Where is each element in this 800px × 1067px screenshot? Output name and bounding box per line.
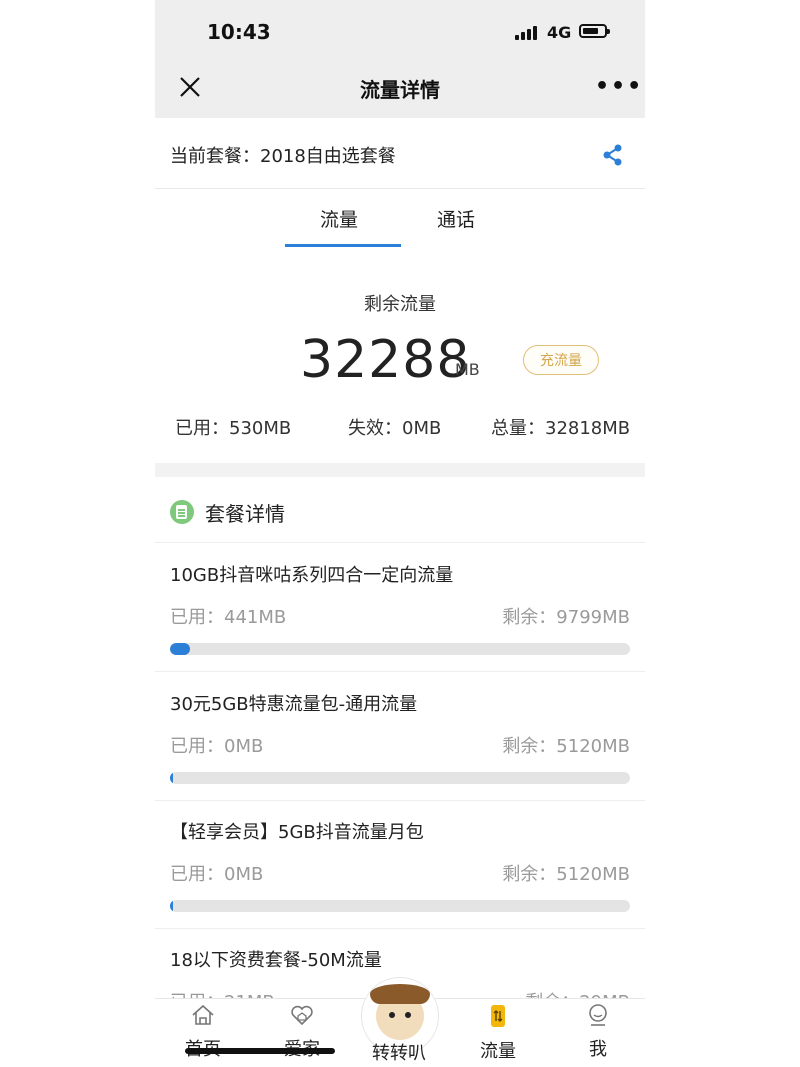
home-indicator[interactable] bbox=[185, 1048, 335, 1054]
status-time: 10:43 bbox=[207, 20, 271, 44]
stat-invalid: 失效：0MB bbox=[348, 418, 442, 439]
mascot-hat bbox=[370, 984, 430, 1004]
usage-stats: 已用：530MB 失效：0MB 总量：32818MB bbox=[155, 414, 645, 440]
more-icon[interactable]: ••• bbox=[595, 76, 643, 98]
page-title: 流量详情 bbox=[360, 78, 440, 102]
battery-icon bbox=[579, 24, 610, 38]
nav-zhuan-label[interactable]: 转转叭 bbox=[361, 1039, 437, 1065]
package-progress-bar bbox=[170, 900, 630, 912]
package-item[interactable]: 30元5GB特惠流量包-通用流量 已用：0MB 剩余：5120MB bbox=[155, 672, 645, 801]
nav-me-label: 我 bbox=[589, 1039, 607, 1060]
tab-bar: 流量 通话 bbox=[155, 189, 645, 251]
package-remaining: 剩余：5120MB bbox=[502, 736, 630, 757]
package-used: 已用：0MB bbox=[170, 864, 264, 885]
share-icon[interactable] bbox=[601, 143, 625, 167]
current-plan-text: 当前套餐：2018自由选套餐 bbox=[170, 146, 396, 167]
packages-title: 套餐详情 bbox=[205, 502, 285, 526]
document-icon bbox=[170, 500, 194, 524]
section-divider bbox=[155, 463, 645, 477]
status-bar: 10:43 4G bbox=[155, 0, 645, 62]
mascot-eyes bbox=[389, 1012, 411, 1018]
package-name: 30元5GB特惠流量包-通用流量 bbox=[170, 694, 418, 715]
stat-total: 总量：32818MB bbox=[491, 418, 631, 439]
title-bar: 流量详情 ••• bbox=[155, 62, 645, 118]
package-progress-fill bbox=[170, 900, 173, 912]
nav-flow-label: 流量 bbox=[480, 1041, 516, 1062]
tab-call[interactable]: 通话 bbox=[437, 205, 475, 232]
heart-home-icon bbox=[291, 1005, 313, 1026]
bottom-navigation: 首页 爱家 转转叭 流量 bbox=[155, 977, 645, 1067]
nav-me[interactable]: 我 bbox=[563, 1003, 633, 1061]
signal-icon bbox=[515, 26, 537, 40]
remaining-label: 剩余流量 bbox=[364, 294, 436, 315]
packages-header: 套餐详情 bbox=[155, 478, 645, 543]
package-used: 已用：441MB bbox=[170, 607, 287, 628]
flow-icon bbox=[491, 1005, 505, 1027]
tab-flow[interactable]: 流量 bbox=[320, 205, 358, 232]
home-icon bbox=[192, 1004, 214, 1025]
profile-icon bbox=[589, 1004, 607, 1026]
package-item[interactable]: 10GB抖音咪咕系列四合一定向流量 已用：441MB 剩余：9799MB bbox=[155, 543, 645, 672]
package-name: 10GB抖音咪咕系列四合一定向流量 bbox=[170, 565, 454, 586]
package-used: 已用：0MB bbox=[170, 736, 264, 757]
phone-screen: 10:43 4G 流量详情 ••• 当前套餐：2018自由选套餐 流量 通话 剩… bbox=[155, 0, 645, 1067]
package-progress-fill bbox=[170, 643, 190, 655]
package-name: 18以下资费套餐-50M流量 bbox=[170, 950, 382, 971]
recharge-button[interactable]: 充流量 bbox=[523, 345, 599, 375]
package-item[interactable]: 【轻享会员】5GB抖音流量月包 已用：0MB 剩余：5120MB bbox=[155, 800, 645, 929]
package-progress-bar bbox=[170, 772, 630, 784]
network-type: 4G bbox=[547, 23, 572, 42]
package-name: 【轻享会员】5GB抖音流量月包 bbox=[170, 822, 424, 843]
package-remaining: 剩余：9799MB bbox=[502, 607, 630, 628]
package-progress-bar bbox=[170, 643, 630, 655]
package-progress-fill bbox=[170, 772, 173, 784]
nav-flow[interactable]: 流量 bbox=[463, 1003, 533, 1063]
stat-used: 已用：530MB bbox=[175, 418, 292, 439]
tab-active-indicator bbox=[285, 244, 401, 247]
current-plan-row: 当前套餐：2018自由选套餐 bbox=[155, 118, 645, 189]
remaining-unit: MB bbox=[455, 360, 480, 379]
package-remaining: 剩余：5120MB bbox=[502, 864, 630, 885]
remaining-value: 32288 bbox=[300, 330, 471, 390]
